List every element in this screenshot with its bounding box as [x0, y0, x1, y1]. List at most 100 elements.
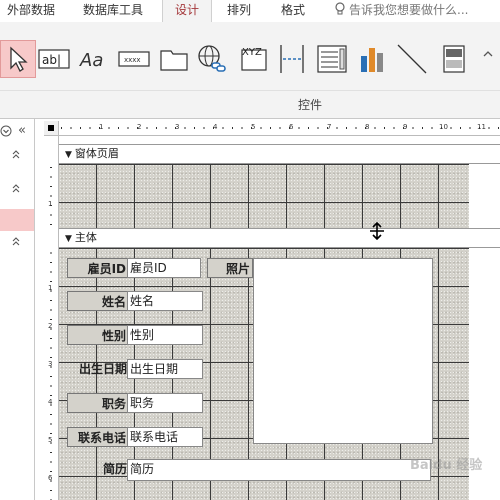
ruler-tick	[431, 127, 433, 129]
textbox-tool-button[interactable]: ab|	[36, 40, 72, 78]
tell-me-text: 告诉我您想要做什么...	[349, 3, 469, 17]
ruler-tick	[70, 127, 72, 129]
controls-group-label: 控件	[297, 98, 322, 112]
nav-selected-item[interactable]	[0, 209, 34, 231]
subform-tool-button[interactable]	[314, 40, 350, 78]
select-tool-button[interactable]	[0, 40, 36, 78]
ruler-tick	[241, 127, 243, 129]
ruler-tick	[50, 262, 52, 263]
label-icon: Aa	[79, 50, 103, 71]
gender-textbox[interactable]: 性别	[127, 325, 203, 345]
job-title-label[interactable]: 职务	[67, 393, 129, 413]
form-header-section-bar[interactable]: ▼ 窗体页眉	[59, 144, 500, 164]
job-title-textbox[interactable]: 职务	[127, 393, 203, 413]
photo-image-frame[interactable]	[253, 258, 433, 444]
ruler-tick	[50, 300, 52, 301]
phone-label[interactable]: 联系电话	[67, 427, 129, 447]
detail-section-bar[interactable]: ▼ 主体	[59, 228, 500, 248]
ruler-number: 8	[365, 123, 370, 131]
chart-tool-button[interactable]	[354, 40, 390, 78]
hyperlink-tool-button[interactable]	[194, 40, 230, 78]
employee-id-textbox[interactable]: 雇员ID	[127, 258, 201, 278]
ruler-tick	[50, 309, 52, 311]
tab-control-tool-button[interactable]	[156, 40, 192, 78]
group-collapse-icon[interactable]	[11, 236, 21, 249]
form-selector[interactable]	[44, 121, 59, 136]
tell-me-search[interactable]: 告诉我您想要做什么...	[334, 0, 468, 22]
subform-icon	[317, 45, 347, 73]
tab-database-tools[interactable]: 数据库工具	[72, 0, 154, 22]
resize-cursor-icon	[370, 222, 384, 240]
ruler-tick	[50, 281, 52, 282]
more-controls-button[interactable]	[476, 40, 500, 78]
ruler-tick	[50, 214, 52, 216]
detail-label: 主体	[74, 231, 97, 244]
resume-textbox[interactable]: 简历	[127, 459, 431, 481]
toggle-icon	[443, 45, 465, 73]
ruler-tick	[50, 414, 52, 415]
ruler-number: 9	[403, 123, 408, 131]
group-collapse-icon[interactable]	[11, 149, 21, 162]
nav-menu-icon[interactable]	[0, 125, 12, 140]
ruler-ticks	[50, 167, 52, 500]
button-icon: xxxx	[118, 51, 150, 67]
ruler-tick	[50, 490, 52, 491]
ruler-tick	[270, 127, 271, 129]
web-browser-tool-button[interactable]: XYZ	[236, 40, 272, 78]
label-tool-button[interactable]: Aa	[76, 40, 112, 78]
ruler-tick	[50, 167, 52, 168]
ruler-tick	[336, 127, 338, 129]
ruler-tick	[156, 127, 157, 129]
toggle-tool-button[interactable]	[436, 40, 472, 78]
svg-text:Aa: Aa	[79, 50, 103, 71]
ruler-tick	[308, 127, 309, 129]
gender-label[interactable]: 性别	[67, 325, 129, 345]
tab-format[interactable]: 格式	[270, 0, 316, 22]
ruler-number: 2	[48, 322, 53, 330]
ruler-tick	[393, 127, 395, 129]
name-label[interactable]: 姓名	[67, 291, 129, 311]
employee-id-label[interactable]: 雇员ID	[67, 258, 129, 278]
tab-design[interactable]: 设计	[162, 0, 212, 23]
select-pointer-icon	[10, 46, 28, 72]
ruler-tick	[61, 127, 62, 129]
ruler-tick	[469, 127, 471, 129]
ruler-number: 7	[327, 123, 332, 131]
ruler-tick	[194, 127, 195, 129]
phone-textbox[interactable]: 联系电话	[127, 427, 203, 447]
scroll-up-icon	[483, 51, 493, 57]
resume-label[interactable]: 简历	[67, 459, 129, 479]
ruler-tick	[498, 127, 499, 129]
tab-external-data[interactable]: 外部数据	[0, 0, 62, 22]
line-tool-button[interactable]	[394, 40, 430, 78]
form-design-canvas[interactable]: ▼ 窗体页眉 ▼ 主体 雇员ID 雇员ID 照片 姓名 姓名 性别 性别 出生日期 …	[59, 144, 500, 500]
ruler-tick	[422, 127, 423, 129]
page-break-icon	[280, 45, 304, 73]
vertical-ruler: 1 1 2 3 4 5 6	[44, 136, 59, 500]
ruler-tick	[50, 338, 52, 339]
ruler-number: 1	[48, 284, 53, 292]
page-break-tool-button[interactable]	[274, 40, 310, 78]
ruler-tick	[50, 452, 52, 453]
birth-date-label[interactable]: 出生日期	[67, 359, 129, 379]
ruler-tick	[460, 127, 461, 129]
ruler-tick	[260, 127, 262, 129]
ruler-number: 1	[48, 200, 53, 208]
ruler-tick	[184, 127, 186, 129]
button-tool-button[interactable]: xxxx	[116, 40, 152, 78]
name-textbox[interactable]: 姓名	[127, 291, 203, 311]
ruler-tick	[50, 385, 52, 387]
ruler-tick	[346, 127, 347, 129]
ruler-tick	[232, 127, 233, 129]
group-collapse-icon[interactable]	[11, 183, 21, 196]
ruler-tick	[50, 319, 52, 320]
ruler-tick	[89, 127, 91, 129]
form-header-grid[interactable]	[59, 164, 469, 228]
tab-control-icon	[160, 50, 188, 71]
photo-label[interactable]: 照片	[207, 258, 253, 278]
svg-text:ab|: ab|	[42, 53, 61, 67]
birth-date-textbox[interactable]: 出生日期	[127, 359, 203, 379]
collapse-pane-icon[interactable]: «	[18, 123, 26, 138]
ruler-tick	[50, 347, 52, 349]
tab-arrange[interactable]: 排列	[216, 0, 262, 22]
